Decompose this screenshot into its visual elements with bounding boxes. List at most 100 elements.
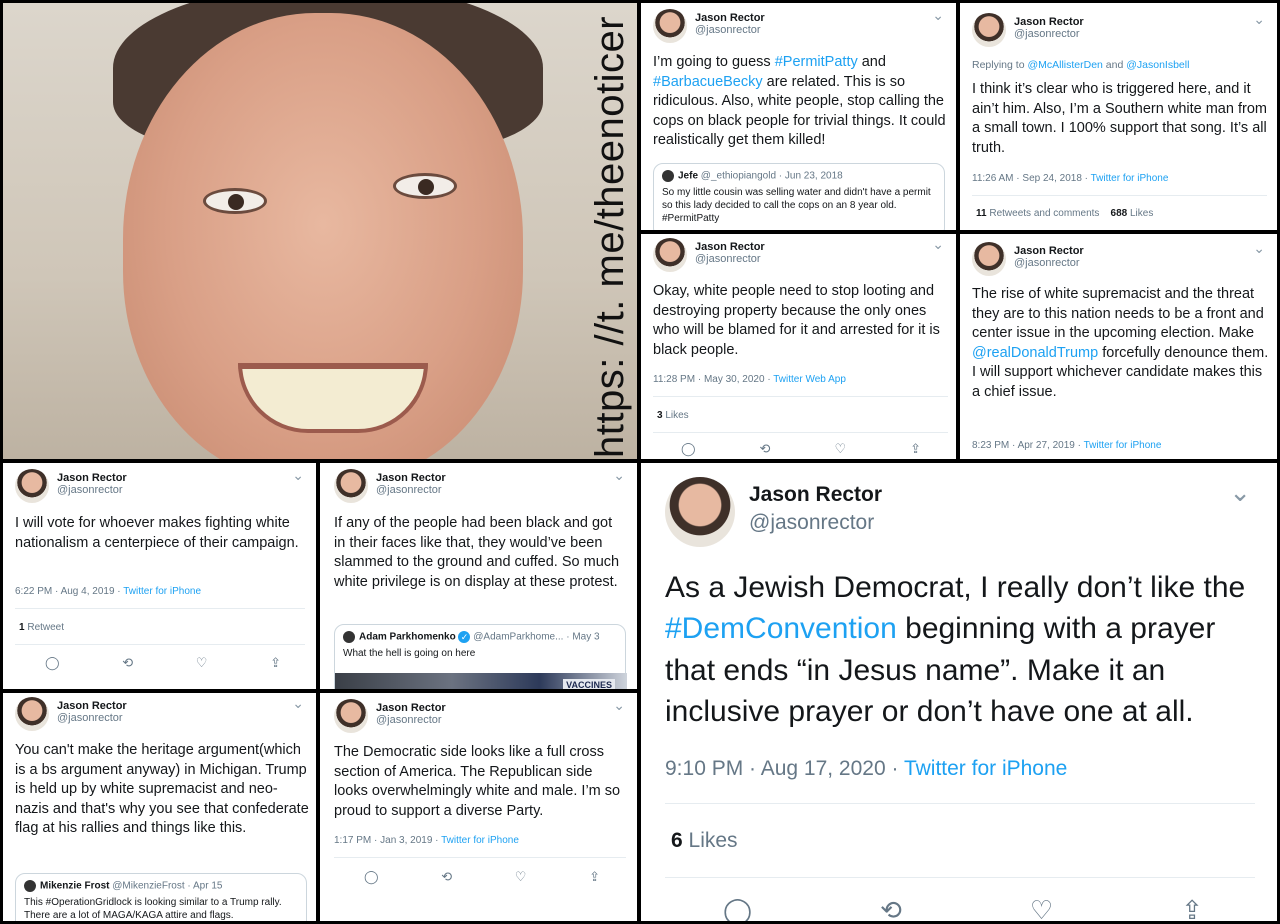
- chevron-down-icon[interactable]: ⌄: [292, 695, 304, 712]
- heart-icon[interactable]: ♡: [515, 869, 527, 885]
- author-name[interactable]: Jason Rector: [695, 241, 765, 253]
- divider: [653, 396, 948, 397]
- engagement[interactable]: 6 Likes: [671, 829, 738, 853]
- source-link[interactable]: Twitter for iPhone: [1084, 440, 1162, 451]
- author-handle[interactable]: @jasonrector: [376, 714, 446, 726]
- quoted-tweet[interactable]: Mikenzie Frost @MikenzieFrost · Apr 15 T…: [15, 873, 307, 921]
- time[interactable]: 11:26 AM · Sep 24, 2018 ·: [972, 173, 1091, 184]
- author-handle[interactable]: @jasonrector: [57, 712, 127, 724]
- quoted-tweet[interactable]: Jefe @_ethiopiangold · Jun 23, 2018 So m…: [653, 163, 945, 230]
- author-name[interactable]: Jason Rector: [57, 472, 127, 484]
- avatar[interactable]: [972, 242, 1006, 276]
- author-name[interactable]: Jason Rector: [376, 472, 446, 484]
- avatar: [343, 631, 355, 643]
- chevron-down-icon[interactable]: ⌄: [932, 236, 944, 253]
- tweet-heritage-argument[interactable]: Jason Rector @jasonrector ⌄ You can't ma…: [3, 693, 316, 921]
- author-name[interactable]: Jason Rector: [749, 483, 882, 507]
- source-link[interactable]: Twitter for iPhone: [1091, 173, 1169, 184]
- tweet-looting[interactable]: Jason Rector @jasonrector ⌄ Okay, white …: [641, 234, 956, 459]
- author-handle[interactable]: @jasonrector: [376, 484, 446, 496]
- avatar[interactable]: [334, 469, 368, 503]
- author-name[interactable]: Jason Rector: [57, 700, 127, 712]
- author-handle[interactable]: @jasonrector: [1014, 28, 1084, 40]
- chevron-down-icon[interactable]: ⌄: [292, 467, 304, 484]
- author-handle[interactable]: @jasonrector: [749, 511, 882, 535]
- avatar: [24, 880, 36, 892]
- share-icon[interactable]: ⇪: [270, 655, 281, 671]
- time[interactable]: 6:22 PM · Aug 4, 2019 ·: [15, 586, 123, 597]
- chevron-down-icon[interactable]: ⌄: [1229, 477, 1251, 508]
- tweet-white-privilege[interactable]: Jason Rector @jasonrector ⌄ If any of th…: [320, 463, 637, 689]
- share-icon[interactable]: ⇪: [910, 441, 921, 457]
- heart-icon[interactable]: ♡: [1030, 895, 1053, 921]
- reply-icon[interactable]: ◯: [364, 869, 379, 885]
- author-name[interactable]: Jason Rector: [695, 12, 765, 24]
- quoted-tweet[interactable]: Adam Parkhomenko ✓ @AdamParkhome... · Ma…: [334, 624, 627, 689]
- author-handle[interactable]: @jasonrector: [1014, 257, 1084, 269]
- author-handle[interactable]: @jasonrector: [695, 253, 765, 265]
- source-link[interactable]: Twitter for iPhone: [904, 757, 1067, 780]
- source-link[interactable]: Twitter for iPhone: [123, 586, 201, 597]
- avatar[interactable]: [334, 699, 368, 733]
- avatar[interactable]: [653, 238, 687, 272]
- avatar[interactable]: [15, 469, 49, 503]
- like-count: 6: [671, 829, 683, 852]
- tweet-diverse-party[interactable]: Jason Rector @jasonrector ⌄ The Democrat…: [320, 693, 637, 921]
- chevron-down-icon[interactable]: ⌄: [1253, 11, 1265, 28]
- reply-icon[interactable]: ◯: [723, 895, 752, 921]
- author-name[interactable]: Jason Rector: [376, 702, 446, 714]
- retweet-icon[interactable]: ⟲: [122, 655, 133, 671]
- hashtag-link[interactable]: #BarbacueBecky: [653, 74, 763, 90]
- engagement[interactable]: 11 Retweets and comments 688 Likes: [976, 208, 1153, 219]
- chevron-down-icon[interactable]: ⌄: [613, 467, 625, 484]
- like-count: 688: [1110, 208, 1128, 219]
- time[interactable]: 11:28 PM · May 30, 2020 ·: [653, 374, 773, 385]
- retweet-icon[interactable]: ⟲: [880, 895, 902, 921]
- retweet-icon[interactable]: ⟲: [760, 441, 771, 457]
- right-eye: [393, 173, 457, 199]
- time[interactable]: 1:17 PM · Jan 3, 2019 ·: [334, 835, 441, 846]
- hashtag-link[interactable]: #DemConvention: [665, 612, 897, 645]
- avatar[interactable]: [972, 13, 1006, 47]
- share-icon[interactable]: ⇪: [1181, 895, 1203, 921]
- tweet-dem-convention[interactable]: Jason Rector @jasonrector ⌄ As a Jewish …: [641, 463, 1277, 921]
- tweet-permit-patty[interactable]: Jason Rector @jasonrector ⌄ I’m going to…: [641, 3, 956, 230]
- quote-date: · Apr 15: [184, 880, 223, 892]
- text-part: As a Jewish Democrat, I really don’t lik…: [665, 571, 1246, 604]
- heart-icon[interactable]: ♡: [196, 655, 208, 671]
- tweet-southern-white-man[interactable]: Jason Rector @jasonrector ⌄ Replying to …: [960, 3, 1277, 230]
- tweet-white-supremacist[interactable]: Jason Rector @jasonrector ⌄ The rise of …: [960, 234, 1277, 459]
- heart-icon[interactable]: ♡: [834, 441, 846, 457]
- mention-link[interactable]: @McAllisterDen: [1027, 59, 1102, 71]
- divider: [972, 195, 1267, 196]
- hashtag-link[interactable]: #PermitPatty: [775, 54, 858, 70]
- author-name[interactable]: Jason Rector: [1014, 245, 1084, 257]
- retweet-icon[interactable]: ⟲: [441, 869, 452, 885]
- mention-link[interactable]: @realDonaldTrump: [972, 345, 1098, 361]
- reply-icon[interactable]: ◯: [681, 441, 696, 457]
- source-link[interactable]: Twitter Web App: [773, 374, 846, 385]
- retweet-count: 11: [976, 208, 987, 219]
- quote-author: Jefe: [678, 170, 699, 182]
- verified-icon: ✓: [458, 631, 471, 643]
- mention-link[interactable]: @JasonIsbell: [1126, 59, 1189, 71]
- source-link[interactable]: Twitter for iPhone: [441, 835, 519, 846]
- time[interactable]: 8:23 PM · Apr 27, 2019 ·: [972, 440, 1084, 451]
- avatar[interactable]: [15, 697, 49, 731]
- tweet-text: Okay, white people need to stop looting …: [653, 283, 940, 358]
- author-handle[interactable]: @jasonrector: [57, 484, 127, 496]
- chevron-down-icon[interactable]: ⌄: [932, 7, 944, 24]
- chevron-down-icon[interactable]: ⌄: [613, 697, 625, 714]
- author-handle[interactable]: @jasonrector: [695, 24, 765, 36]
- reply-icon[interactable]: ◯: [45, 655, 60, 671]
- chevron-down-icon[interactable]: ⌄: [1253, 240, 1265, 257]
- engagement[interactable]: 1 Retweet: [19, 622, 64, 633]
- quote-media[interactable]: VACCINES: [335, 673, 627, 689]
- author-name[interactable]: Jason Rector: [1014, 16, 1084, 28]
- engagement[interactable]: 3 Likes: [657, 410, 689, 421]
- avatar[interactable]: [653, 9, 687, 43]
- share-icon[interactable]: ⇪: [589, 869, 600, 885]
- time[interactable]: 9:10 PM · Aug 17, 2020 ·: [665, 757, 904, 780]
- avatar[interactable]: [665, 477, 735, 547]
- tweet-white-nationalism[interactable]: Jason Rector @jasonrector ⌄ I will vote …: [3, 463, 316, 689]
